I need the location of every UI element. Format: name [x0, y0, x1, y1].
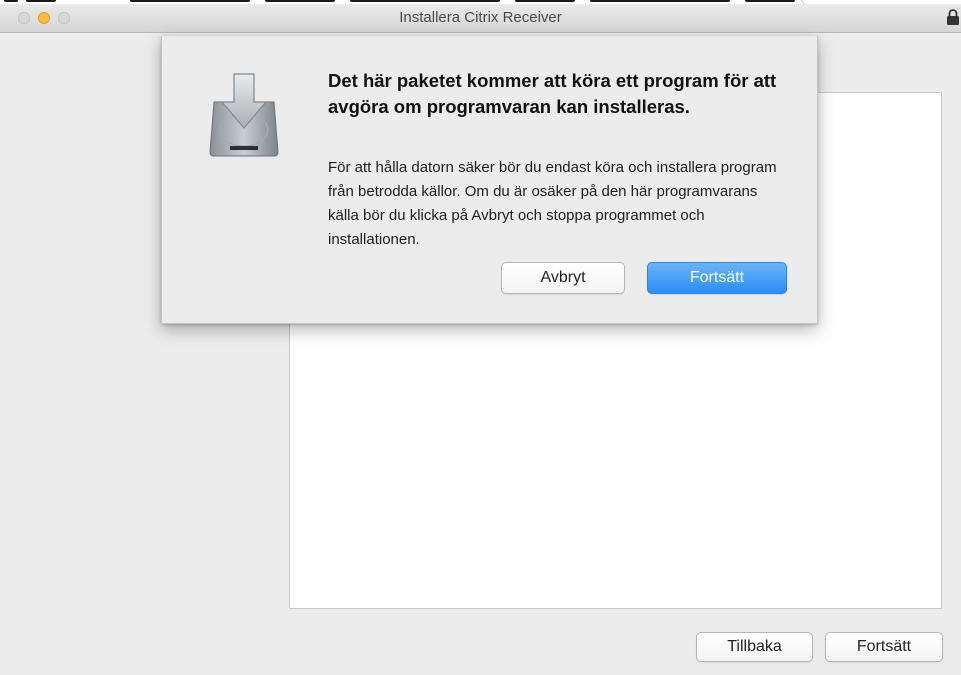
continue-button[interactable]: Fortsätt	[825, 632, 943, 662]
alert-sheet: Det här paketet kommer att köra ett prog…	[161, 36, 818, 324]
alert-continue-button[interactable]: Fortsätt	[647, 262, 787, 294]
back-button[interactable]: Tillbaka	[696, 632, 813, 662]
window-title: Installera Citrix Receiver	[399, 9, 562, 26]
title-bar[interactable]: Installera Citrix Receiver	[0, 4, 961, 33]
alert-title: Det här paketet kommer att köra ett prog…	[328, 70, 777, 117]
screen: Installera Citrix Receiver Tillbaka Fort…	[0, 0, 961, 675]
lock-icon	[947, 9, 959, 25]
installer-package-icon	[209, 73, 279, 157]
cancel-button[interactable]: Avbryt	[501, 262, 625, 294]
alert-message: För att hålla datorn säker bör du endast…	[328, 159, 777, 248]
installer-window: Installera Citrix Receiver Tillbaka Fort…	[0, 4, 961, 675]
